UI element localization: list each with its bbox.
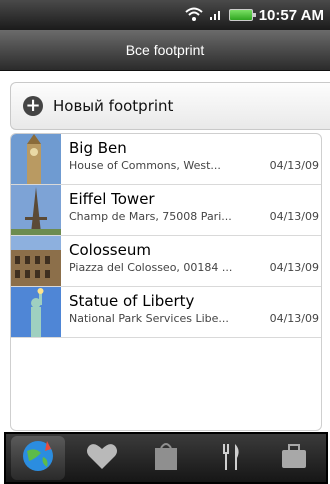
- plus-icon: +: [23, 96, 43, 116]
- new-footprint-button[interactable]: + Новый footprint: [10, 82, 330, 130]
- item-name: Eiffel Tower: [69, 190, 155, 208]
- wifi-icon: [185, 6, 203, 25]
- globe-icon: [21, 439, 55, 477]
- shopping-bag-icon: [151, 440, 181, 476]
- fork-knife-icon: [215, 440, 245, 476]
- item-date: 04/13/09: [269, 261, 319, 274]
- battery-icon: [228, 9, 256, 21]
- signal-icon: [209, 6, 223, 25]
- tab-favorites[interactable]: [75, 436, 129, 480]
- item-date: 04/13/09: [269, 159, 319, 172]
- tab-food[interactable]: [203, 436, 257, 480]
- item-date: 04/13/09: [269, 210, 319, 223]
- colosseum-thumbnail: [11, 236, 61, 286]
- status-bar: 10:57 AM: [0, 0, 330, 30]
- statue-of-liberty-thumbnail: [11, 287, 61, 337]
- item-name: Big Ben: [69, 139, 127, 157]
- footprint-list: Big Ben House of Commons, West... 04/13/…: [10, 133, 322, 431]
- list-item[interactable]: Big Ben House of Commons, West... 04/13/…: [11, 134, 321, 185]
- item-date: 04/13/09: [269, 312, 319, 325]
- bottom-tab-bar: [4, 432, 328, 484]
- big-ben-thumbnail: [11, 134, 61, 184]
- tab-shopping[interactable]: [139, 436, 193, 480]
- eiffel-tower-thumbnail: [11, 185, 61, 235]
- item-name: Statue of Liberty: [69, 292, 195, 310]
- list-item[interactable]: Colosseum Piazza del Colosseo, 00184 ...…: [11, 236, 321, 287]
- tab-business[interactable]: [267, 436, 321, 480]
- item-name: Colosseum: [69, 241, 151, 259]
- clock: 10:57 AM: [258, 6, 324, 24]
- new-footprint-label: Новый footprint: [53, 97, 174, 115]
- item-address: Champ de Mars, 75008 Pari...: [69, 210, 232, 223]
- briefcase-icon: [279, 441, 309, 475]
- tab-globe[interactable]: [11, 436, 65, 480]
- item-address: Piazza del Colosseo, 00184 ...: [69, 261, 233, 274]
- item-address: House of Commons, West...: [69, 159, 221, 172]
- heart-icon: [85, 441, 119, 475]
- list-item[interactable]: Eiffel Tower Champ de Mars, 75008 Pari..…: [11, 185, 321, 236]
- item-address: National Park Services Libe...: [69, 312, 229, 325]
- list-item[interactable]: Statue of Liberty National Park Services…: [11, 287, 321, 338]
- page-title: Все footprint: [0, 30, 330, 71]
